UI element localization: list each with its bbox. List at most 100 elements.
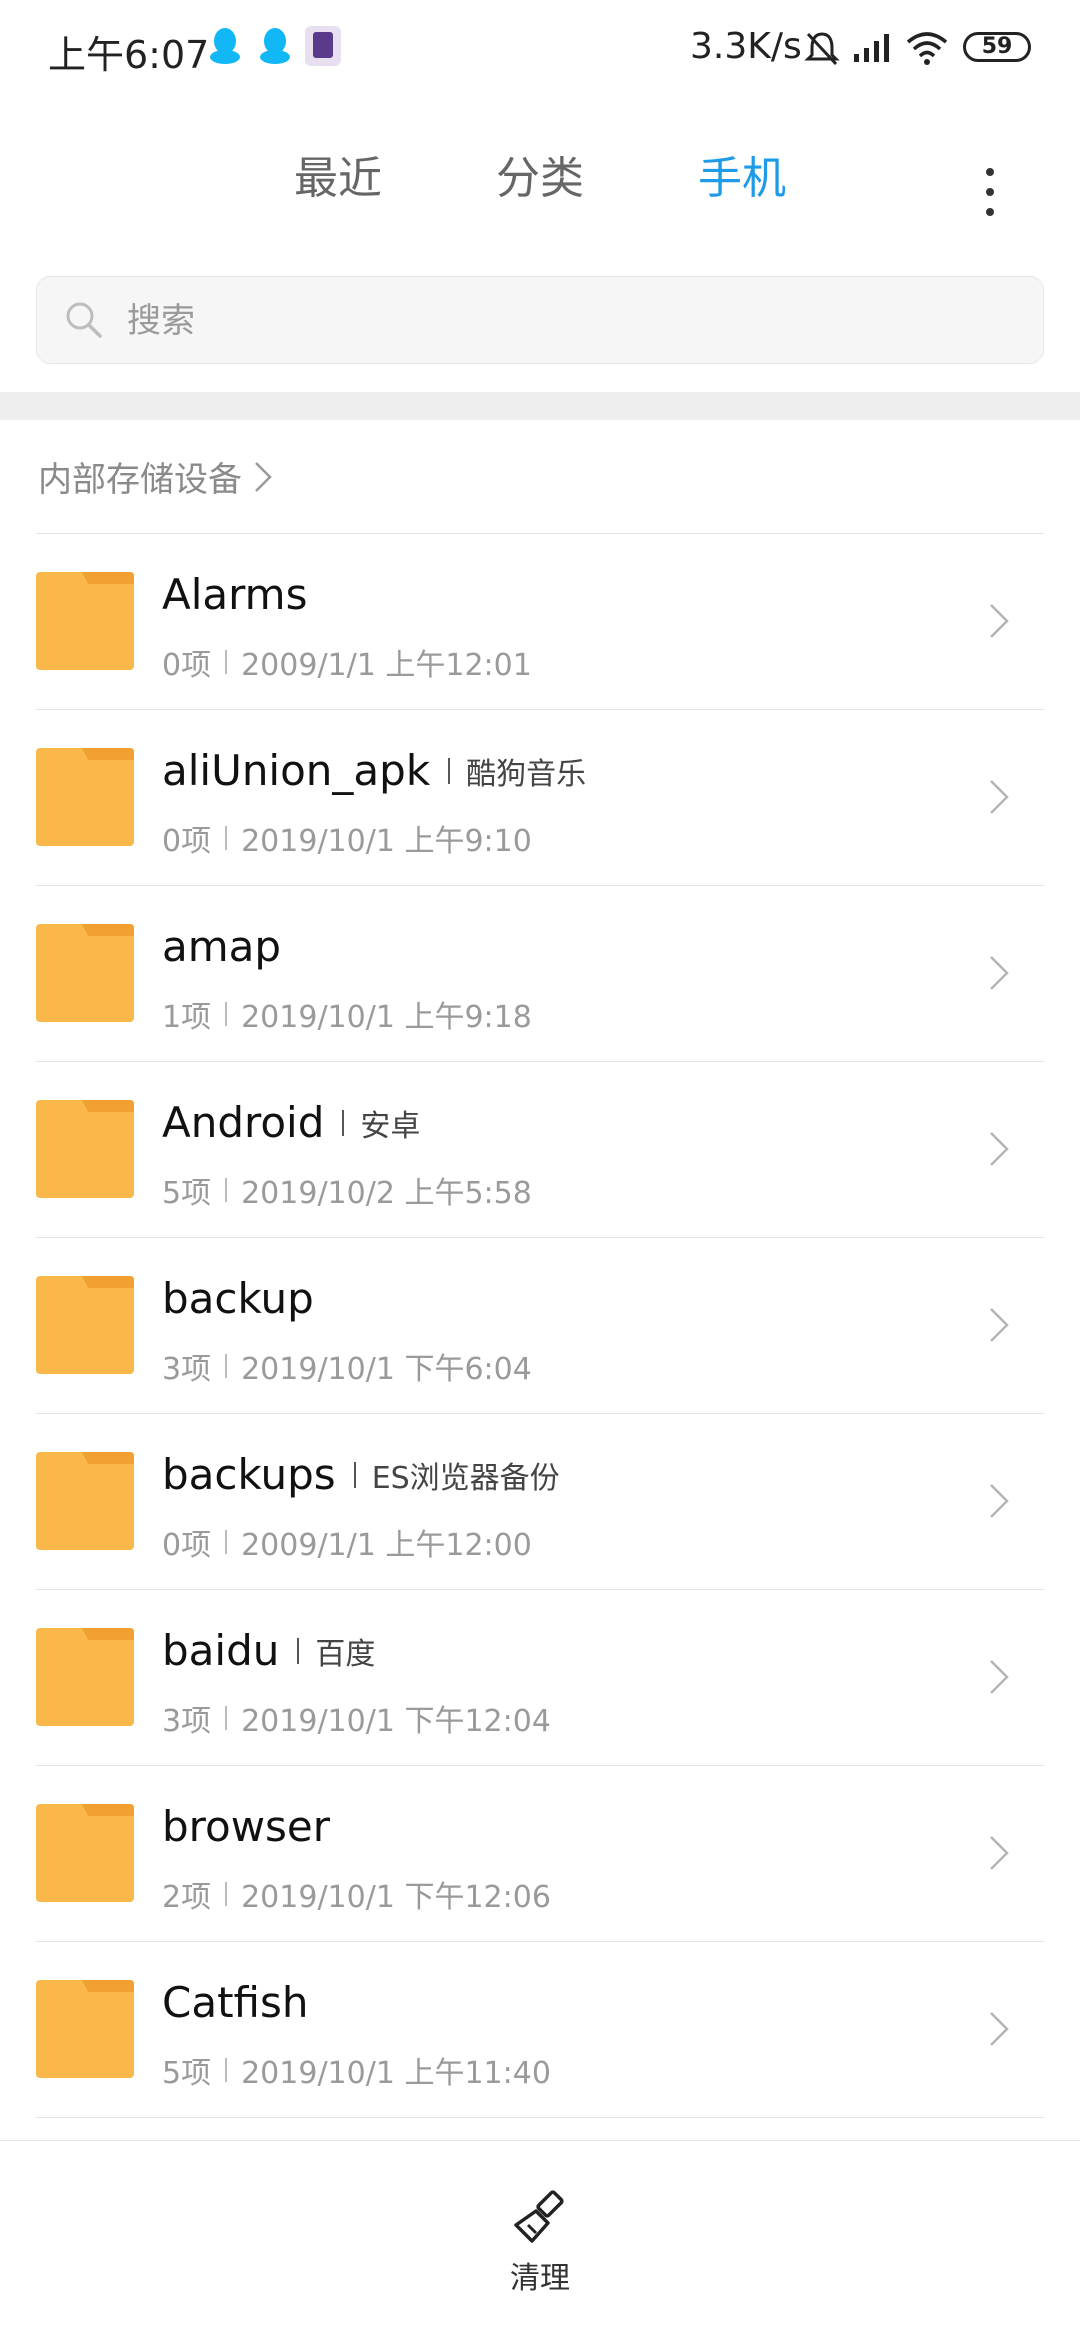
folder-meta: 0项 2009/1/1 上午12:01 [162, 640, 532, 684]
section-divider [0, 392, 1080, 420]
folder-name-line: backup [162, 1274, 314, 1323]
meta-separator [225, 1706, 228, 1730]
folder-name-line: browser [162, 1802, 330, 1851]
folder-name: browser [162, 1802, 331, 1851]
folder-meta: 1项 2019/10/1 上午9:18 [162, 992, 532, 1036]
folder-name: Android [162, 1098, 325, 1147]
signal-icon [854, 34, 889, 62]
folder-icon [36, 572, 134, 670]
item-count: 5项 [162, 1176, 212, 1211]
qq-icon [260, 28, 290, 64]
tab-recent[interactable]: 最近 [294, 142, 382, 206]
folder-row[interactable]: browser 2项 2019/10/1 下午12:06 [36, 1766, 1044, 1942]
modified-date: 2019/10/1 下午12:06 [241, 1880, 551, 1915]
status-time: 上午6:07 [48, 33, 210, 77]
meta-separator [225, 1002, 228, 1026]
folder-row[interactable]: Android 安卓 5项 2019/10/2 上午5:58 [36, 1062, 1044, 1238]
battery-icon: 59 [963, 32, 1031, 62]
chevron-right-icon [990, 1484, 1009, 1518]
folder-name: aliUnion_apk [162, 746, 431, 795]
folder-name: Catfish [162, 1978, 309, 2027]
bell-muted-icon [804, 32, 840, 66]
folder-name-line: amap [162, 922, 281, 971]
chevron-right-icon [990, 604, 1009, 638]
folder-name: Alarms [162, 570, 308, 619]
search-input[interactable] [125, 277, 1009, 365]
folder-name-line: Catfish [162, 1978, 309, 2027]
folder-name: backups [162, 1450, 336, 1499]
tag-separator [353, 1461, 356, 1488]
item-count: 0项 [162, 648, 212, 683]
folder-meta: 5项 2019/10/2 上午5:58 [162, 1168, 532, 1212]
wifi-icon [906, 32, 948, 65]
folder-tag: 酷狗音乐 [466, 756, 587, 792]
meta-separator [225, 1178, 228, 1202]
tab-category[interactable]: 分类 [496, 142, 584, 206]
more-options-button[interactable] [970, 150, 1010, 220]
folder-row[interactable]: aliUnion_apk 酷狗音乐 0项 2019/10/1 上午9:10 [36, 710, 1044, 886]
modified-date: 2019/10/1 上午9:18 [241, 1000, 532, 1035]
tab-phone[interactable]: 手机 [698, 142, 786, 206]
folder-name: backup [162, 1274, 314, 1323]
folder-name-line: Android 安卓 [162, 1098, 420, 1147]
folder-meta: 3项 2019/10/1 下午6:04 [162, 1344, 532, 1388]
folder-row[interactable]: backups ES浏览器备份 0项 2009/1/1 上午12:00 [36, 1414, 1044, 1590]
modified-date: 2009/1/1 上午12:00 [241, 1528, 532, 1563]
item-count: 0项 [162, 824, 212, 859]
modified-date: 2019/10/1 下午12:04 [241, 1704, 551, 1739]
item-count: 3项 [162, 1704, 212, 1739]
modified-date: 2019/10/1 上午9:10 [241, 824, 532, 859]
folder-meta: 3项 2019/10/1 下午12:04 [162, 1696, 551, 1740]
folder-row[interactable]: amap 1项 2019/10/1 上午9:18 [36, 886, 1044, 1062]
folder-icon [36, 1804, 134, 1902]
chevron-right-icon [990, 1132, 1009, 1166]
chevron-right-icon [990, 1836, 1009, 1870]
folder-name-line: Alarms [162, 570, 307, 619]
folder-row[interactable]: baidu 百度 3项 2019/10/1 下午12:04 [36, 1590, 1044, 1766]
folder-icon [36, 1100, 134, 1198]
folder-row[interactable]: backup 3项 2019/10/1 下午6:04 [36, 1238, 1044, 1414]
folder-tag: ES浏览器备份 [371, 1460, 560, 1496]
folder-icon [36, 1628, 134, 1726]
meta-separator [225, 1530, 228, 1554]
folder-icon [36, 748, 134, 846]
chevron-right-icon [990, 2012, 1009, 2046]
breadcrumb[interactable]: 内部存储设备 [38, 452, 274, 501]
tag-separator [448, 757, 451, 784]
folder-name-line: aliUnion_apk 酷狗音乐 [162, 746, 586, 795]
item-count: 1项 [162, 1000, 212, 1035]
meta-separator [225, 826, 228, 850]
item-count: 2项 [162, 1880, 212, 1915]
folder-meta: 5项 2019/10/1 上午11:40 [162, 2048, 551, 2092]
folder-meta: 0项 2009/1/1 上午12:00 [162, 1520, 532, 1564]
modified-date: 2009/1/1 上午12:01 [241, 648, 532, 683]
clean-button[interactable]: 清理 [490, 2189, 590, 2309]
folder-tag: 百度 [315, 1636, 376, 1672]
item-count: 0项 [162, 1528, 212, 1563]
tag-separator [342, 1109, 345, 1136]
meta-separator [225, 650, 228, 674]
chevron-right-icon [990, 1660, 1009, 1694]
clean-label: 清理 [510, 2261, 570, 2296]
folder-icon [36, 1980, 134, 2078]
modified-date: 2019/10/2 上午5:58 [241, 1176, 532, 1211]
folder-row[interactable]: Alarms 0项 2009/1/1 上午12:01 [36, 534, 1044, 710]
folder-name-line: backups ES浏览器备份 [162, 1450, 560, 1499]
broom-icon [514, 2190, 564, 2243]
folder-name: amap [162, 922, 282, 971]
search-bar[interactable] [36, 276, 1044, 365]
status-bar: 上午6:07 3.3K/s 59 [0, 0, 1080, 100]
chevron-right-icon [990, 956, 1009, 990]
chevron-right-icon [990, 780, 1009, 814]
meta-separator [225, 1354, 228, 1378]
folder-name: baidu [162, 1626, 280, 1675]
folder-icon [36, 1452, 134, 1550]
qq-icon [210, 28, 240, 64]
chevron-right-icon [990, 1308, 1009, 1342]
network-speed: 3.3K/s [690, 26, 802, 67]
folder-tag: 安卓 [360, 1108, 421, 1144]
tab-bar: 最近 分类 手机 [0, 130, 1080, 220]
folder-row[interactable]: Catfish 5项 2019/10/1 上午11:40 [36, 1942, 1044, 2118]
meta-separator [225, 2058, 228, 2082]
bottom-bar: 清理 [0, 2140, 1080, 2341]
